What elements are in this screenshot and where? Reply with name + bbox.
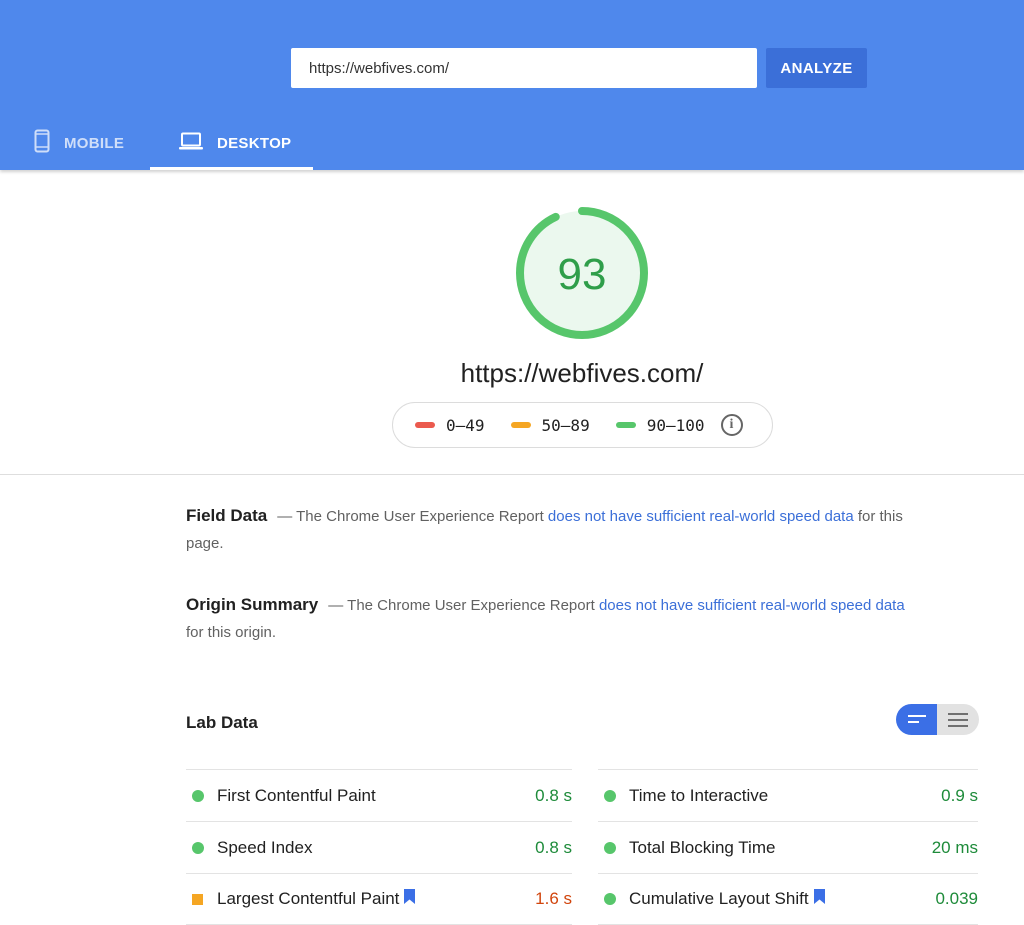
metrics-column-left: First Contentful Paint 0.8 s Speed Index… <box>186 769 572 925</box>
url-input[interactable] <box>291 48 757 88</box>
metric-name: Speed Index <box>217 837 313 857</box>
metric-row: Cumulative Layout Shift 0.039 <box>598 873 978 925</box>
legend-item-pass: 90–100 <box>615 415 705 435</box>
metric-value: 1.6 s <box>535 889 572 908</box>
metric-value: 0.039 <box>935 889 978 908</box>
pass-indicator-icon <box>192 789 204 802</box>
tab-mobile[interactable]: MOBILE <box>0 116 150 170</box>
tab-desktop[interactable]: DESKTOP <box>150 116 313 170</box>
legend-label-fail: 0–49 <box>446 415 485 435</box>
origin-summary-prefix: — The Chrome User Experience Report <box>328 597 599 614</box>
metrics-column-right: Time to Interactive 0.9 s Total Blocking… <box>598 769 978 925</box>
metric-row: Speed Index 0.8 s <box>186 821 572 873</box>
metric-name: Time to Interactive <box>629 785 769 805</box>
metric-name: Total Blocking Time <box>629 837 776 857</box>
tab-desktop-label: DESKTOP <box>217 134 292 152</box>
score-gauge: 93 <box>514 205 650 341</box>
field-data-link[interactable]: does not have sufficient real-world spee… <box>548 508 854 525</box>
metric-value: 20 ms <box>931 837 978 857</box>
metric-name: Largest Contentful Paint <box>217 889 400 908</box>
active-tab-indicator <box>150 167 313 170</box>
legend-label-average: 50–89 <box>541 415 590 435</box>
metric-value: 0.8 s <box>535 785 572 805</box>
field-data-section: Field Data — The Chrome User Experience R… <box>186 502 906 557</box>
origin-summary-link[interactable]: does not have sufficient real-world spee… <box>599 597 905 614</box>
legend-swatch-average <box>510 422 531 428</box>
average-indicator-icon <box>192 893 203 905</box>
analyze-button[interactable]: ANALYZE <box>766 48 867 88</box>
metric-name-wrap: Largest Contentful Paint <box>217 889 416 909</box>
field-data-prefix: — The Chrome User Experience Report <box>277 508 548 525</box>
tab-mobile-label: MOBILE <box>64 134 125 152</box>
laptop-icon <box>179 132 203 154</box>
view-toggle <box>896 704 979 735</box>
compact-view-icon[interactable] <box>896 704 937 735</box>
metric-name-wrap: Cumulative Layout Shift <box>629 889 825 909</box>
score-value: 93 <box>558 250 607 299</box>
metric-name: First Contentful Paint <box>217 785 376 805</box>
pass-indicator-icon <box>192 841 204 854</box>
field-data-title: Field Data <box>186 506 268 525</box>
legend-item-average: 50–89 <box>510 415 590 435</box>
bookmark-icon[interactable] <box>404 889 416 909</box>
metric-value: 0.9 s <box>941 785 978 805</box>
metric-value: 0.8 s <box>535 837 572 857</box>
legend-label-pass: 90–100 <box>646 415 705 435</box>
legend-swatch-fail <box>415 422 435 428</box>
pass-indicator-icon <box>604 841 616 854</box>
metric-row: Time to Interactive 0.9 s <box>598 769 978 821</box>
pass-indicator-icon <box>604 789 616 802</box>
metric-name: Cumulative Layout Shift <box>629 889 809 908</box>
origin-summary-title: Origin Summary <box>186 595 319 614</box>
score-legend: 0–49 50–89 90–100 i <box>392 402 773 448</box>
phone-icon <box>34 129 50 157</box>
section-divider <box>0 474 1024 475</box>
legend-item-fail: 0–49 <box>415 416 485 435</box>
bookmark-icon[interactable] <box>813 889 825 909</box>
metric-row: Largest Contentful Paint 1.6 s <box>186 873 572 925</box>
lab-data-title: Lab Data <box>186 713 258 732</box>
origin-summary-suffix: for this origin. <box>186 624 277 641</box>
score-url: https://webfives.com/ <box>460 358 704 388</box>
origin-summary-section: Origin Summary — The Chrome User Experien… <box>186 591 906 646</box>
metric-row: First Contentful Paint 0.8 s <box>186 769 572 821</box>
metric-row: Total Blocking Time 20 ms <box>598 821 978 873</box>
legend-swatch-pass <box>615 422 636 428</box>
info-icon[interactable]: i <box>720 414 743 436</box>
expanded-view-icon[interactable] <box>937 704 979 735</box>
header-bar: ANALYZE MOBILE DESKTOP <box>0 0 1024 170</box>
pass-indicator-icon <box>604 893 616 905</box>
